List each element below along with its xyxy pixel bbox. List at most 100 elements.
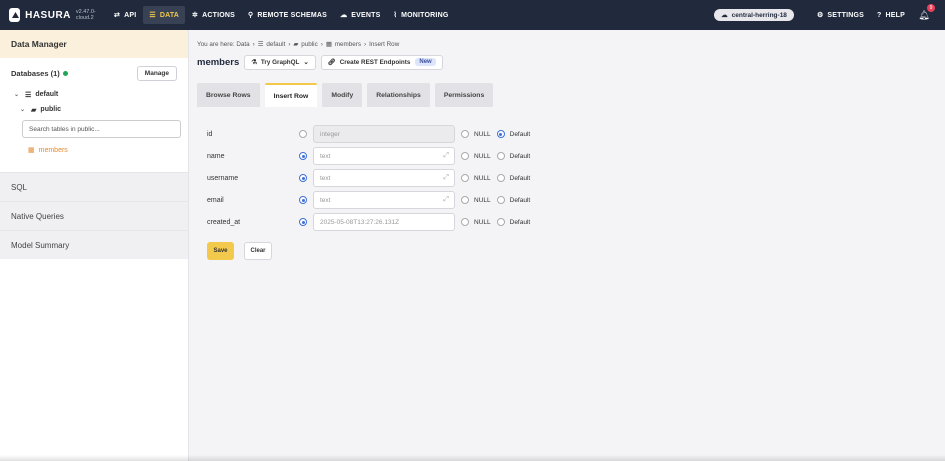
input-placeholder: text bbox=[320, 152, 331, 160]
sidebar-table-members[interactable]: ▦ members bbox=[0, 144, 188, 156]
breadcrumb-schema[interactable]: public bbox=[301, 41, 317, 48]
value-radio[interactable] bbox=[299, 196, 307, 204]
expand-icon[interactable]: ⤢ bbox=[443, 196, 449, 204]
breadcrumb-separator: › bbox=[252, 41, 255, 48]
save-button[interactable]: Save bbox=[207, 242, 234, 260]
column-name: id bbox=[207, 130, 213, 138]
default-label: Default bbox=[509, 130, 531, 138]
gear-icon: ⚙ bbox=[816, 12, 824, 19]
chevron-down-icon: ⌄ bbox=[20, 107, 26, 113]
sidebar-item-native-queries[interactable]: Native Queries bbox=[0, 201, 188, 230]
nav-remote-schemas[interactable]: ⚲ REMOTE SCHEMAS bbox=[242, 6, 333, 24]
nav-events[interactable]: ☁ EVENTS bbox=[334, 6, 386, 24]
value-radio[interactable] bbox=[299, 174, 307, 182]
value-input-name[interactable]: text ⤢ bbox=[313, 147, 455, 165]
chevron-down-icon: ⌄ bbox=[303, 58, 309, 66]
breadcrumb-separator: › bbox=[288, 41, 291, 48]
create-rest-endpoints-button[interactable]: 🔗︎ Create REST Endpoints New bbox=[320, 54, 443, 70]
default-radio[interactable] bbox=[496, 218, 505, 226]
value-input-username[interactable]: text ⤢ bbox=[313, 169, 455, 187]
null-radio[interactable] bbox=[461, 218, 469, 226]
databases-label: Databases (1) bbox=[11, 68, 60, 78]
expand-icon[interactable]: ⤢ bbox=[443, 152, 449, 160]
form-row-name: name text ⤢ NULL Default bbox=[207, 147, 627, 165]
tab-browse-rows[interactable]: Browse Rows bbox=[197, 83, 260, 107]
tab-relationships[interactable]: Relationships bbox=[367, 83, 430, 107]
table-name: members bbox=[38, 146, 68, 154]
database-icon: ☰ bbox=[25, 91, 32, 99]
nav-right: ☁ central-herring-18 ⚙ SETTINGS ? HELP 🔔… bbox=[714, 4, 945, 24]
form-row-username: username text ⤢ NULL Default bbox=[207, 169, 627, 187]
null-label: NULL bbox=[474, 152, 491, 160]
value-input-email[interactable]: text ⤢ bbox=[313, 191, 455, 209]
default-radio[interactable] bbox=[496, 152, 505, 160]
null-radio[interactable] bbox=[461, 196, 469, 204]
try-graphql-button[interactable]: ⚗ Try GraphQL ⌄ bbox=[244, 54, 316, 70]
form-row-email: email text ⤢ NULL Default bbox=[207, 191, 627, 209]
column-name: email bbox=[207, 196, 224, 204]
database-icon: ☰ bbox=[149, 12, 156, 19]
breadcrumb-current: Insert Row bbox=[369, 41, 400, 48]
default-radio[interactable] bbox=[496, 196, 505, 204]
chart-icon: ⌇ bbox=[393, 12, 398, 19]
link-icon: 🔗︎ bbox=[327, 59, 336, 66]
breadcrumb-table[interactable]: members bbox=[335, 41, 361, 48]
value-radio[interactable] bbox=[299, 130, 307, 138]
table-search-input[interactable]: Search tables in public... bbox=[22, 120, 181, 138]
nav-help[interactable]: ? HELP bbox=[871, 6, 911, 24]
manage-button[interactable]: Manage bbox=[136, 65, 177, 81]
breadcrumb-prefix[interactable]: You are here: Data bbox=[197, 41, 250, 48]
sidebar-sections: SQL Native Queries Model Summary bbox=[0, 172, 188, 259]
create-rest-label: Create REST Endpoints bbox=[339, 58, 411, 66]
value-radio[interactable] bbox=[299, 152, 307, 160]
null-radio[interactable] bbox=[461, 174, 469, 182]
nav-actions[interactable]: ✲ ACTIONS bbox=[186, 6, 241, 24]
form-row-id: id integer NULL Default bbox=[207, 125, 627, 143]
hasura-logo[interactable]: HASURA v2.47.0-cloud.2 bbox=[0, 8, 108, 22]
default-radio[interactable] bbox=[496, 174, 505, 182]
clear-button[interactable]: Clear bbox=[244, 242, 272, 260]
nav-monitoring[interactable]: ⌇ MONITORING bbox=[387, 6, 454, 24]
sidebar: Data Manager Databases (1) Manage ⌄ ☰ de… bbox=[0, 30, 189, 461]
column-name: name bbox=[207, 152, 225, 160]
tree-schema-public[interactable]: ⌄ ▰ public bbox=[0, 102, 188, 117]
nav-settings[interactable]: ⚙ SETTINGS bbox=[811, 6, 870, 24]
value-input-id[interactable]: integer bbox=[313, 125, 455, 143]
tab-permissions[interactable]: Permissions bbox=[434, 83, 494, 107]
notifications-button[interactable]: 🔔︎ 9 bbox=[916, 4, 935, 23]
table-icon: ▦ bbox=[325, 41, 332, 48]
notification-badge: 9 bbox=[927, 4, 935, 12]
null-radio[interactable] bbox=[461, 130, 469, 138]
tree-db-default[interactable]: ⌄ ☰ default bbox=[0, 87, 188, 102]
nav-settings-label: SETTINGS bbox=[827, 11, 865, 19]
sidebar-item-sql[interactable]: SQL bbox=[0, 172, 188, 201]
sidebar-title[interactable]: Data Manager bbox=[0, 30, 188, 58]
default-label: Default bbox=[509, 196, 531, 204]
sidebar-item-model-summary[interactable]: Model Summary bbox=[0, 230, 188, 259]
nav-actions-label: ACTIONS bbox=[202, 11, 236, 19]
table-icon: ▦ bbox=[28, 147, 35, 154]
default-label: Default bbox=[509, 174, 531, 182]
default-label: Default bbox=[509, 152, 531, 160]
breadcrumb-db[interactable]: default bbox=[266, 41, 285, 48]
nav-api-label: API bbox=[124, 11, 137, 19]
tab-modify[interactable]: Modify bbox=[322, 83, 363, 107]
folder-icon: ▰ bbox=[293, 41, 299, 48]
project-selector[interactable]: ☁ central-herring-18 bbox=[714, 9, 794, 21]
value-radio[interactable] bbox=[299, 218, 307, 226]
expand-icon[interactable]: ⤢ bbox=[443, 174, 449, 182]
breadcrumb: You are here: Data › ☰ default › ▰ publi… bbox=[197, 41, 402, 48]
nav-api[interactable]: ⇄ API bbox=[108, 6, 142, 24]
nav-data[interactable]: ☰ DATA bbox=[143, 6, 186, 24]
version-label: v2.47.0-cloud.2 bbox=[75, 9, 96, 21]
breadcrumb-separator: › bbox=[364, 41, 367, 48]
tab-insert-row[interactable]: Insert Row bbox=[264, 83, 318, 107]
column-name: created_at bbox=[207, 218, 241, 226]
nav-help-label: HELP bbox=[885, 11, 905, 19]
null-label: NULL bbox=[474, 218, 491, 226]
chevron-down-icon: ⌄ bbox=[14, 92, 20, 98]
value-input-created-at[interactable]: 2025-05-08T13:27:26.131Z bbox=[313, 213, 455, 231]
default-radio[interactable] bbox=[496, 130, 505, 138]
null-radio[interactable] bbox=[461, 152, 469, 160]
flask-icon: ⚗ bbox=[251, 58, 257, 66]
